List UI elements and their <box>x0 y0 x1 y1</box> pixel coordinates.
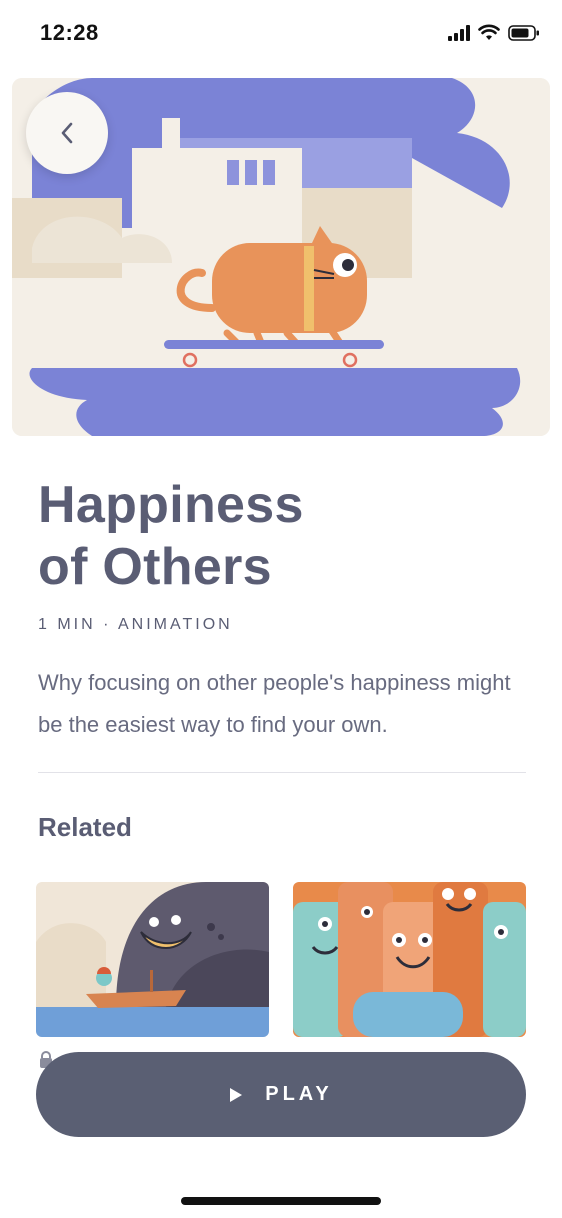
cellular-signal-icon <box>448 24 470 41</box>
chevron-left-icon <box>61 122 73 144</box>
title-line-2: of Others <box>38 538 272 596</box>
whale-and-boat-illustration <box>36 882 269 1037</box>
page-title: Happiness of Others <box>38 474 518 598</box>
status-time: 12:28 <box>40 20 99 45</box>
title-line-1: Happiness <box>38 476 304 534</box>
play-button-label: PLAY <box>265 1083 333 1105</box>
related-heading: Related <box>38 812 132 842</box>
divider <box>38 772 526 773</box>
back-button[interactable] <box>26 92 108 174</box>
status-icons <box>448 24 540 41</box>
wifi-icon <box>478 24 500 40</box>
related-card-1[interactable] <box>36 882 269 1037</box>
play-button[interactable]: PLAY <box>36 1052 526 1137</box>
content-description: Why focusing on other people's happiness… <box>38 670 511 737</box>
related-card-2[interactable] <box>293 882 526 1037</box>
home-indicator <box>181 1197 381 1205</box>
play-icon <box>230 1087 243 1102</box>
battery-icon <box>508 24 539 41</box>
smiling-crowd-illustration <box>293 882 526 1037</box>
status-bar: 12:28 <box>0 0 562 70</box>
content-meta: 1 MIN · ANIMATION <box>38 616 233 633</box>
